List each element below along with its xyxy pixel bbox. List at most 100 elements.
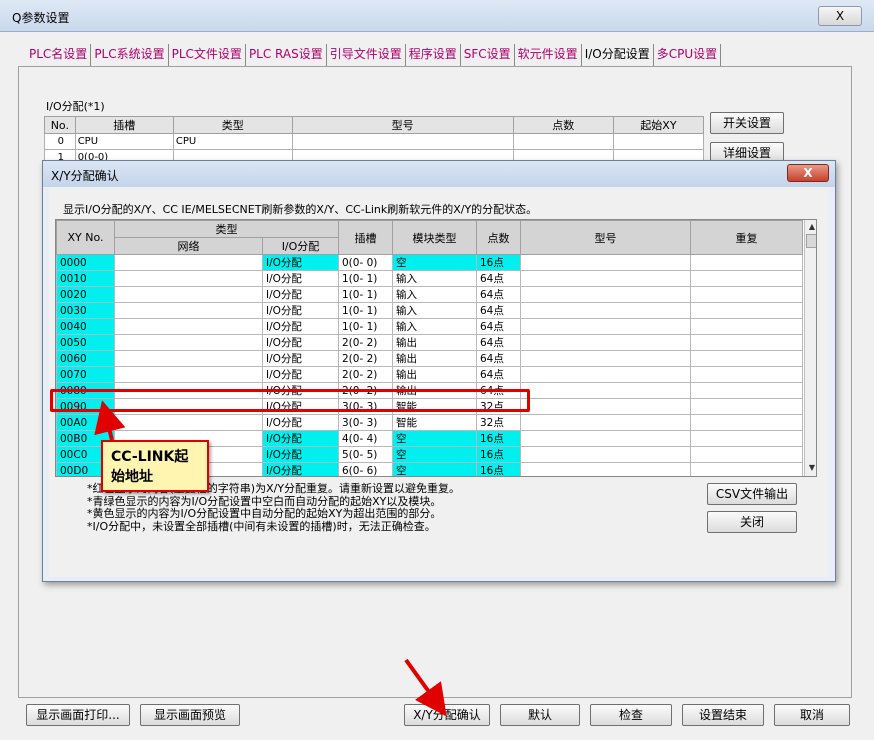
xy-assign-confirm-dialog: X/Y分配确认 X 显示I/O分配的X/Y、CC IE/MELSECNET刷新参… [42, 160, 836, 582]
tab-2[interactable]: PLC文件设置 [169, 44, 246, 66]
xy-cell-model [520, 366, 691, 383]
xy-cell-xy: 0010 [56, 270, 115, 287]
check-button[interactable]: 检查 [590, 704, 672, 726]
tab-4[interactable]: 引导文件设置 [327, 44, 406, 66]
xy-cell-dup [690, 286, 803, 303]
col-type: 类型 [114, 220, 339, 238]
xy-cell-module: 输出 [392, 366, 477, 383]
xy-row[interactable]: 0020 I/O分配 1(0- 1) 输入 64点 [56, 286, 803, 303]
xy-cell-io: I/O分配 [262, 318, 339, 335]
switch-setting-button[interactable]: 开关设置 [710, 112, 784, 134]
dialog-close-button[interactable]: X [787, 164, 829, 182]
scroll-thumb[interactable] [806, 234, 816, 248]
tab-8[interactable]: I/O分配设置 [582, 44, 654, 66]
xy-cell-slot: 5(0- 5) [338, 446, 393, 463]
window-titlebar: Q参数设置 X [0, 0, 874, 32]
tab-1[interactable]: PLC系统设置 [91, 44, 169, 66]
xy-cell-dup [690, 398, 803, 415]
note-line: *黄色显示的内容为I/O分配设置中自动分配的起始XY为超出范围的部分。 [87, 507, 442, 520]
xy-cell-slot: 1(0- 1) [338, 270, 393, 287]
xy-cell-model [520, 414, 691, 431]
io-cell-model[interactable] [291, 133, 514, 150]
table-scrollbar[interactable]: ▲ ▼ [804, 220, 816, 476]
xy-cell-module: 输出 [392, 350, 477, 367]
xy-cell-module: 智能 [392, 414, 477, 431]
col-points: 点数 [476, 220, 521, 255]
xy-cell-module: 输出 [392, 334, 477, 351]
xy-cell-points: 16点 [476, 446, 521, 463]
xy-row[interactable]: 0040 I/O分配 1(0- 1) 输入 64点 [56, 318, 803, 335]
io-cell-slot[interactable]: CPU [74, 133, 174, 150]
xy-cell-points: 64点 [476, 270, 521, 287]
xy-cell-dup [690, 334, 803, 351]
xy-cell-points: 64点 [476, 366, 521, 383]
xy-cell-dup [690, 446, 803, 463]
xy-cell-xy: 0070 [56, 366, 115, 383]
xy-cell-dup [690, 318, 803, 335]
xy-cell-module: 输入 [392, 318, 477, 335]
xy-cell-model [520, 398, 691, 415]
xy-cell-slot: 0(0- 0) [338, 254, 393, 271]
xy-cell-io: I/O分配 [262, 430, 339, 447]
xy-cell-points: 64点 [476, 286, 521, 303]
io-cell-points[interactable] [512, 133, 614, 150]
dialog-description: 显示I/O分配的X/Y、CC IE/MELSECNET刷新参数的X/Y、CC-L… [63, 203, 538, 216]
xy-cell-io: I/O分配 [262, 462, 339, 476]
preview-screen-button[interactable]: 显示画面预览 [140, 704, 240, 726]
xy-cell-xy: 0020 [56, 286, 115, 303]
xy-cell-points: 64点 [476, 350, 521, 367]
tab-9[interactable]: 多CPU设置 [654, 44, 722, 66]
scroll-down-icon[interactable]: ▼ [806, 462, 816, 474]
print-screen-button[interactable]: 显示画面打印... [26, 704, 130, 726]
xy-row[interactable]: 0010 I/O分配 1(0- 1) 输入 64点 [56, 270, 803, 287]
xy-cell-slot: 3(0- 3) [338, 414, 393, 431]
default-button[interactable]: 默认 [500, 704, 580, 726]
xy-row[interactable]: 0030 I/O分配 1(0- 1) 输入 64点 [56, 302, 803, 319]
io-col-4: 点数 [512, 116, 614, 134]
io-cell-start[interactable] [612, 133, 705, 150]
csv-export-button[interactable]: CSV文件输出 [707, 483, 797, 505]
xy-cell-xy: 0060 [56, 350, 115, 367]
xy-assign-table-wrap[interactable]: XY No. 类型 插槽 模块类型 点数 型号 重复 网络 I/O分配 0000… [55, 219, 817, 477]
xy-cell-io: I/O分配 [262, 302, 339, 319]
scroll-up-icon[interactable]: ▲ [806, 221, 816, 233]
io-cell-type[interactable]: CPU [172, 133, 293, 150]
io-col-3: 型号 [291, 116, 514, 134]
cancel-button[interactable]: 取消 [774, 704, 850, 726]
xy-cell-points: 16点 [476, 430, 521, 447]
xy-cell-dup [690, 254, 803, 271]
xy-row[interactable]: 0000 I/O分配 0(0- 0) 空 16点 [56, 254, 803, 271]
xy-cell-model [520, 350, 691, 367]
xy-cell-points: 64点 [476, 318, 521, 335]
xy-row[interactable]: 0060 I/O分配 2(0- 2) 输出 64点 [56, 350, 803, 367]
dialog-close-text-button[interactable]: 关闭 [707, 511, 797, 533]
tab-6[interactable]: SFC设置 [461, 44, 515, 66]
xy-cell-points: 32点 [476, 414, 521, 431]
xy-cell-network [114, 414, 263, 431]
tab-7[interactable]: 软元件设置 [515, 44, 582, 66]
xy-cell-model [520, 446, 691, 463]
io-cell-no[interactable]: 0 [44, 133, 76, 150]
xy-row[interactable]: 00A0 I/O分配 3(0- 3) 智能 32点 [56, 414, 803, 431]
tab-3[interactable]: PLC RAS设置 [246, 44, 327, 66]
xy-cell-network [114, 270, 263, 287]
xy-row[interactable]: 0050 I/O分配 2(0- 2) 输出 64点 [56, 334, 803, 351]
io-row: 0 CPU CPU [44, 133, 705, 150]
xy-row[interactable]: 0070 I/O分配 2(0- 2) 输出 64点 [56, 366, 803, 383]
tab-0[interactable]: PLC名设置 [26, 44, 92, 66]
window-close-button[interactable]: X [818, 6, 862, 26]
io-assign-table: No. 插槽 类型 型号 点数 起始XY 0 CPU CPU 1 0(0-0) [44, 116, 705, 166]
tab-5[interactable]: 程序设置 [406, 44, 461, 66]
xy-cell-network [114, 366, 263, 383]
xy-cell-module: 空 [392, 462, 477, 476]
xy-cell-dup [690, 302, 803, 319]
io-col-5: 起始XY [612, 116, 705, 134]
xy-cell-slot: 6(0- 6) [338, 462, 393, 476]
xy-cell-slot: 4(0- 4) [338, 430, 393, 447]
xy-assign-confirm-button[interactable]: X/Y分配确认 [404, 704, 490, 726]
xy-cell-network [114, 286, 263, 303]
col-model: 型号 [520, 220, 691, 255]
finish-setting-button[interactable]: 设置结束 [682, 704, 764, 726]
tab-bar: PLC名设置 PLC系统设置 PLC文件设置 PLC RAS设置 引导文件设置 程序设置 S… [26, 44, 722, 66]
xy-cell-module: 输入 [392, 270, 477, 287]
